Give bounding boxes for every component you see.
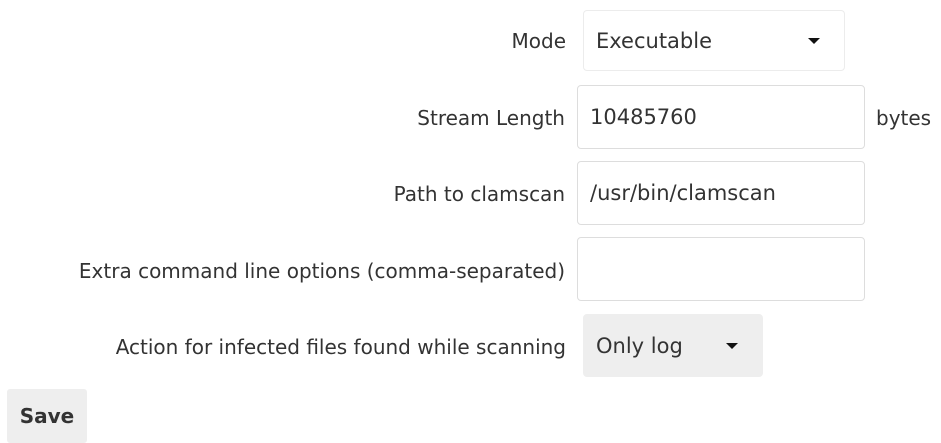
clamscan-path-input[interactable]: /usr/bin/clamscan — [577, 161, 865, 225]
clamscan-path-label: Path to clamscan — [393, 182, 565, 206]
mode-label: Mode — [511, 29, 567, 53]
stream-length-unit: bytes — [876, 106, 932, 130]
mode-select[interactable]: Executable — [583, 10, 845, 71]
infected-action-select[interactable]: Only log — [583, 314, 763, 377]
infected-action-select-value: Only log — [596, 333, 683, 358]
extra-options-input[interactable] — [577, 237, 865, 301]
chevron-down-icon — [808, 37, 820, 44]
extra-options-label: Extra command line options (comma-separa… — [78, 259, 565, 283]
infected-action-label: Action for infected files found while sc… — [115, 335, 566, 359]
save-button[interactable]: Save — [7, 389, 87, 443]
stream-length-input[interactable]: 10485760 — [577, 85, 865, 149]
stream-length-label: Stream Length — [417, 106, 565, 130]
mode-select-value: Executable — [596, 28, 713, 53]
chevron-down-icon — [726, 342, 738, 349]
